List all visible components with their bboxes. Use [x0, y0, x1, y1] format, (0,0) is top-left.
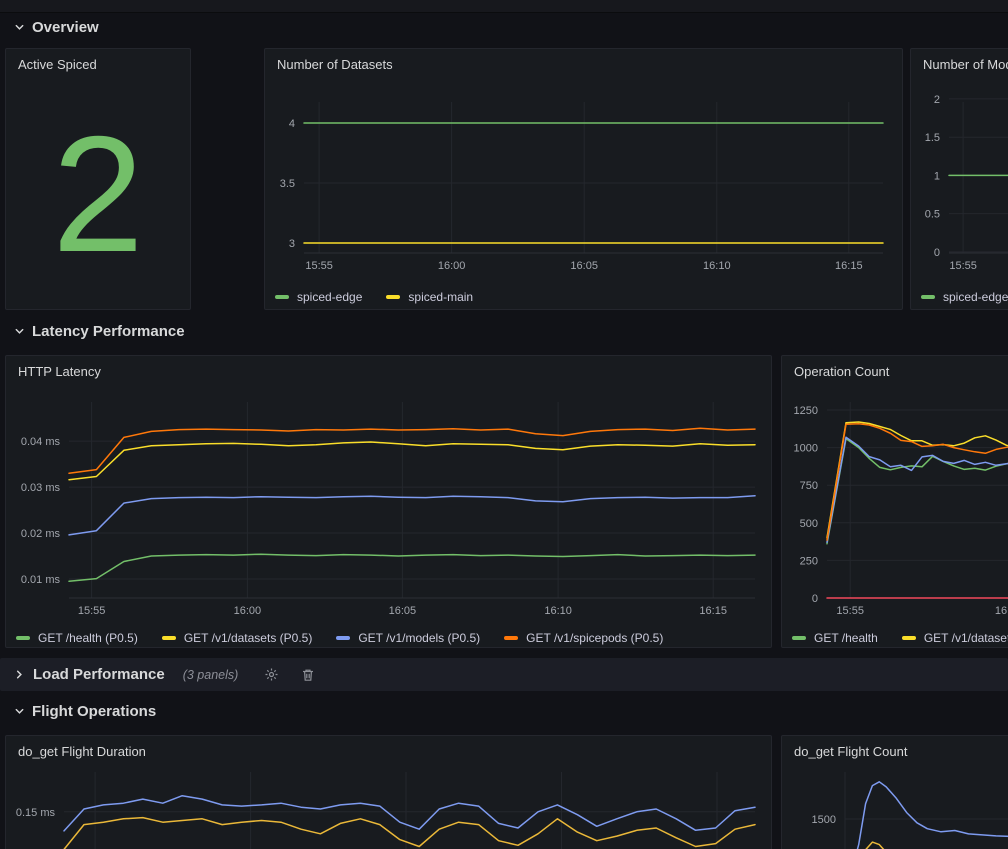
legend-item[interactable]: spiced-edge [275, 290, 362, 304]
panel-title[interactable]: do_get Flight Duration [18, 744, 146, 759]
panel-title[interactable]: Active Spiced [18, 57, 97, 72]
series-swatch [275, 295, 289, 299]
series-swatch [792, 636, 806, 640]
svg-text:16:15: 16:15 [699, 605, 727, 617]
operation-count-chart[interactable]: 0 250 500 750 1000 1250 15:55 16:00 [790, 396, 1008, 624]
svg-text:750: 750 [800, 480, 818, 492]
svg-text:16:05: 16:05 [389, 605, 417, 617]
panel-active-spiced: Active Spiced 2 [5, 48, 191, 310]
series-swatch [921, 295, 935, 299]
legend-item[interactable]: spiced-edge [921, 290, 1008, 304]
chart-legend: GET /health GET /v1/datasets [792, 628, 1008, 648]
chevron-right-icon [14, 669, 25, 680]
svg-text:0.02 ms: 0.02 ms [21, 528, 61, 540]
chevron-down-icon [14, 326, 25, 337]
panel-title[interactable]: Number of Datasets [277, 57, 393, 72]
svg-text:15:55: 15:55 [949, 260, 977, 272]
panel-number-of-datasets: Number of Datasets 3 3.5 4 15:55 16:00 16:05 1… [264, 48, 903, 310]
panel-title[interactable]: do_get Flight Count [794, 744, 907, 759]
svg-text:0.5: 0.5 [925, 209, 940, 221]
http-latency-chart[interactable]: 0.01 ms 0.02 ms 0.03 ms 0.04 ms 15:55 16:00 16… [14, 396, 763, 624]
flight-count-chart[interactable]: 1500 [790, 766, 1008, 849]
legend-item[interactable]: GET /v1/models (P0.5) [336, 631, 480, 645]
section-header-flight[interactable]: Flight Operations [14, 700, 156, 722]
svg-text:3: 3 [289, 238, 295, 250]
svg-text:16:15: 16:15 [835, 260, 863, 272]
svg-text:15:55: 15:55 [305, 260, 333, 272]
panel-title[interactable]: Operation Count [794, 364, 889, 379]
panel-title[interactable]: HTTP Latency [18, 364, 101, 379]
svg-text:0.04 ms: 0.04 ms [21, 436, 61, 448]
gear-icon[interactable] [264, 667, 279, 682]
svg-text:0.15 ms: 0.15 ms [16, 807, 56, 819]
legend-item[interactable]: GET /v1/datasets (P0.5) [162, 631, 313, 645]
series-swatch [336, 636, 350, 640]
panel-count: (3 panels) [183, 668, 239, 682]
svg-text:500: 500 [800, 518, 818, 530]
svg-text:1.5: 1.5 [925, 132, 940, 144]
panel-http-latency: HTTP Latency 0.01 ms 0.02 ms 0.03 ms 0.04 m… [5, 355, 772, 648]
svg-text:250: 250 [800, 555, 818, 567]
section-title: Flight Operations [32, 703, 156, 720]
models-chart[interactable]: 00.511.5215:5516:00 [919, 94, 1008, 279]
legend-item[interactable]: GET /v1/datasets [902, 631, 1008, 645]
svg-text:4: 4 [289, 118, 295, 130]
section-header-latency[interactable]: Latency Performance [14, 320, 185, 342]
panel-flight-count: do_get Flight Count 1500 [781, 735, 1008, 849]
svg-text:16:05: 16:05 [570, 260, 598, 272]
svg-text:2: 2 [934, 94, 940, 106]
svg-text:1250: 1250 [794, 405, 818, 417]
svg-text:16:10: 16:10 [544, 605, 572, 617]
series-swatch [504, 636, 518, 640]
series-swatch [902, 636, 916, 640]
section-header-overview[interactable]: Overview [14, 16, 99, 38]
svg-text:0: 0 [812, 593, 818, 605]
grafana-dashboard: { "sections": { "overview": { "title": "… [0, 0, 1008, 849]
panel-flight-duration: do_get Flight Duration 0.15 ms [5, 735, 772, 849]
panel-operation-count: Operation Count 0 250 500 750 1000 1250 15:55 1… [781, 355, 1008, 648]
series-swatch [386, 295, 400, 299]
legend-item[interactable]: GET /health (P0.5) [16, 631, 138, 645]
svg-text:15:55: 15:55 [836, 605, 864, 617]
svg-text:16:00: 16:00 [234, 605, 262, 617]
flight-duration-chart[interactable]: 0.15 ms [14, 766, 763, 849]
svg-text:16:00: 16:00 [995, 605, 1008, 617]
series-swatch [16, 636, 30, 640]
svg-text:0: 0 [934, 247, 940, 259]
svg-text:1: 1 [934, 170, 940, 182]
section-header-load-performance[interactable]: Load Performance (3 panels) [0, 658, 1008, 691]
panel-number-of-models: Number of Models 00.511.5215:5516:00 spi… [910, 48, 1008, 310]
legend-item[interactable]: GET /v1/spicepods (P0.5) [504, 631, 663, 645]
chart-legend: spiced-edge [921, 287, 1008, 307]
trash-icon[interactable] [301, 668, 315, 682]
svg-text:0.01 ms: 0.01 ms [21, 574, 61, 586]
legend-item[interactable]: spiced-main [386, 290, 473, 304]
datasets-chart[interactable]: 3 3.5 4 15:55 16:00 16:05 16:10 16:15 [273, 94, 894, 279]
section-title: Load Performance [33, 666, 165, 683]
chevron-down-icon [14, 22, 25, 33]
svg-text:16:10: 16:10 [703, 260, 731, 272]
top-bar [0, 0, 1008, 13]
section-title: Latency Performance [32, 323, 185, 340]
svg-text:3.5: 3.5 [280, 178, 295, 190]
chart-legend: GET /health (P0.5) GET /v1/datasets (P0.5… [16, 628, 763, 648]
series-swatch [162, 636, 176, 640]
chart-legend: spiced-edge spiced-main [275, 287, 894, 307]
legend-item[interactable]: GET /health [792, 631, 878, 645]
svg-text:16:00: 16:00 [438, 260, 466, 272]
chevron-down-icon [14, 706, 25, 717]
panel-title[interactable]: Number of Models [923, 57, 1008, 72]
svg-text:15:55: 15:55 [78, 605, 106, 617]
svg-text:1000: 1000 [794, 443, 818, 455]
section-title: Overview [32, 19, 99, 36]
svg-text:1500: 1500 [812, 814, 836, 826]
svg-text:0.03 ms: 0.03 ms [21, 482, 61, 494]
stat-value: 2 [6, 79, 190, 309]
